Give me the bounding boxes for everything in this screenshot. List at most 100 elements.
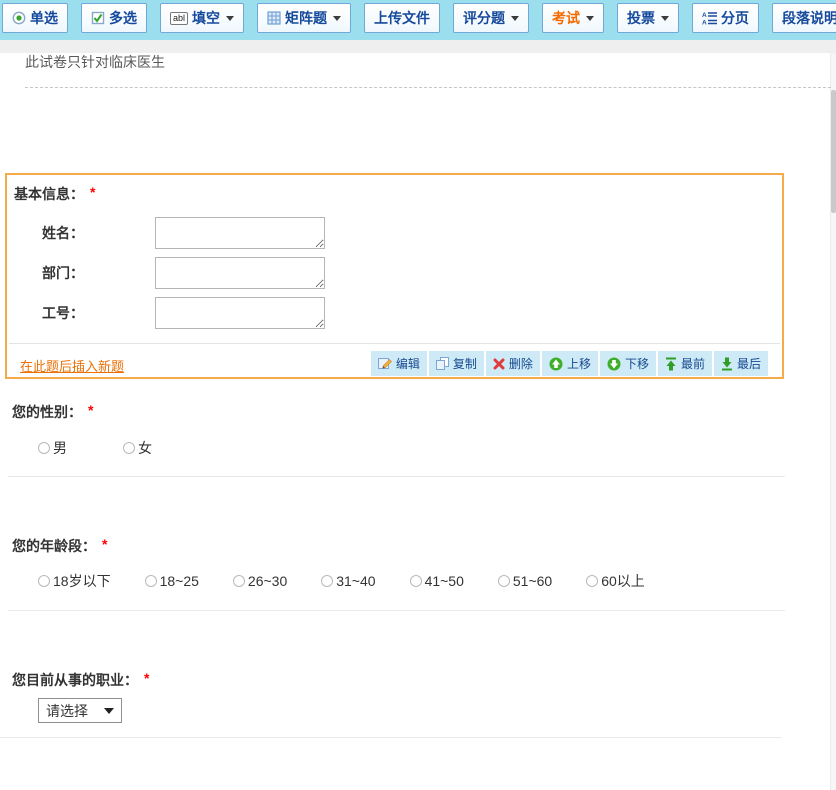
chevron-down-icon (586, 16, 594, 21)
toolbar-button-multi-choice[interactable]: 多选 (81, 3, 147, 33)
chevron-down-icon (226, 16, 234, 21)
vertical-scrollbar-track[interactable] (830, 53, 836, 790)
radio-option-age-18-25[interactable]: 18~25 (145, 573, 199, 589)
option-label: 18岁以下 (53, 571, 111, 591)
radio-icon[interactable] (410, 575, 422, 587)
vertical-scrollbar-thumb[interactable] (831, 90, 836, 213)
radio-icon[interactable] (38, 575, 50, 587)
question-title-text: 基本信息： (14, 184, 84, 204)
radio-icon[interactable] (123, 442, 135, 454)
radio-icon (12, 11, 26, 25)
chevron-down-icon (511, 16, 519, 21)
option-label: 51~60 (513, 573, 552, 589)
toolbar-button-rating[interactable]: 评分题 (453, 3, 529, 33)
move-up-icon (549, 357, 563, 371)
required-asterisk: * (144, 670, 149, 686)
radio-option-age-26-30[interactable]: 26~30 (233, 573, 287, 589)
radio-icon[interactable] (586, 575, 598, 587)
selected-question-basic-info[interactable]: 基本信息： * 姓名： 部门： 工号： 在此题后插入新题 编辑 复制 删除 (5, 173, 784, 379)
toolbar-button-paging[interactable]: AA 分页 (692, 3, 759, 33)
radio-option-age-over60[interactable]: 60以上 (586, 571, 645, 591)
radio-icon[interactable] (498, 575, 510, 587)
department-field[interactable] (155, 257, 325, 289)
question-title: 基本信息： * (14, 184, 95, 204)
move-first-icon (665, 357, 677, 371)
chevron-down-icon (104, 708, 114, 714)
move-first-button[interactable]: 最前 (658, 351, 712, 376)
name-field[interactable] (155, 217, 325, 249)
field-label-name: 姓名： (42, 223, 84, 243)
radio-icon[interactable] (38, 442, 50, 454)
toolbar-button-exam[interactable]: 考试 (542, 3, 604, 33)
required-asterisk: * (90, 184, 95, 200)
toolbar-button-single-choice[interactable]: 单选 (2, 3, 68, 33)
action-label: 删除 (509, 355, 533, 372)
toolbar-button-label: 考试 (552, 8, 580, 28)
toolbar-button-label: 分页 (721, 8, 749, 28)
option-label: 女 (138, 438, 152, 458)
toolbar-button-matrix[interactable]: 矩阵题 (257, 3, 351, 33)
toolbar-button-label: 评分题 (463, 8, 505, 28)
field-label-department: 部门： (42, 263, 84, 283)
required-asterisk: * (88, 402, 93, 418)
action-label: 上移 (567, 355, 591, 372)
radio-option-male[interactable]: 男 (38, 438, 67, 458)
move-last-button[interactable]: 最后 (714, 351, 768, 376)
action-label: 编辑 (396, 355, 420, 372)
question-title-age: 您的年龄段： * (12, 536, 107, 556)
checkbox-icon (91, 11, 105, 25)
action-label: 下移 (625, 355, 649, 372)
action-label: 复制 (453, 355, 477, 372)
radio-option-age-51-60[interactable]: 51~60 (498, 573, 552, 589)
question-title-text: 您的性别： (12, 402, 82, 422)
toolbar-button-fill-blank[interactable]: abl 填空 (160, 3, 244, 33)
radio-option-age-41-50[interactable]: 41~50 (410, 573, 464, 589)
move-down-button[interactable]: 下移 (600, 351, 656, 376)
age-options-row: 18岁以下 18~25 26~30 31~40 41~50 51~60 60以上 (38, 571, 645, 591)
copy-button[interactable]: 复制 (429, 351, 484, 376)
select-value: 请选择 (46, 701, 88, 721)
field-label-employee-id: 工号： (42, 303, 84, 323)
copy-icon (436, 357, 449, 370)
question-action-bar: 编辑 复制 删除 上移 下移 (371, 351, 768, 376)
move-up-button[interactable]: 上移 (542, 351, 598, 376)
question-title-text: 您的年龄段： (12, 536, 96, 556)
radio-option-female[interactable]: 女 (123, 438, 152, 458)
radio-icon[interactable] (145, 575, 157, 587)
option-label: 60以上 (601, 571, 645, 591)
svg-text:A: A (702, 20, 707, 26)
required-asterisk: * (102, 536, 107, 552)
question-title-gender: 您的性别： * (12, 402, 93, 422)
question-title-text: 您目前从事的职业： (12, 670, 138, 690)
abl-icon: abl (170, 12, 188, 25)
question-separator (0, 737, 782, 738)
toolbar-button-label: 上传文件 (374, 8, 430, 28)
toolbar-button-paragraph-note[interactable]: 段落说明 (772, 3, 836, 33)
delete-button[interactable]: 删除 (486, 351, 540, 376)
chevron-down-icon (661, 16, 669, 21)
radio-option-age-31-40[interactable]: 31~40 (321, 573, 375, 589)
delete-icon (493, 358, 505, 370)
radio-icon[interactable] (321, 575, 333, 587)
insert-question-after-link[interactable]: 在此题后插入新题 (20, 356, 124, 375)
edit-icon (378, 357, 392, 370)
question-footer-divider (9, 343, 780, 344)
toolbar-button-upload-file[interactable]: 上传文件 (364, 3, 440, 33)
radio-option-age-under18[interactable]: 18岁以下 (38, 571, 111, 591)
radio-icon[interactable] (233, 575, 245, 587)
toolbar-button-label: 段落说明 (782, 8, 836, 28)
toolbar-button-vote[interactable]: 投票 (617, 3, 679, 33)
move-last-icon (721, 357, 733, 371)
option-label: 男 (53, 438, 67, 458)
option-label: 31~40 (336, 573, 375, 589)
toolbar-button-label: 单选 (30, 8, 58, 28)
employee-id-field[interactable] (155, 297, 325, 329)
question-separator (8, 476, 785, 477)
toolbar-button-label: 投票 (627, 8, 655, 28)
question-type-toolbar: 单选 多选 abl 填空 矩阵题 上传文件 评分题 考试 投票 AA (0, 0, 836, 40)
gender-options-row: 男 女 (38, 438, 152, 458)
survey-description: 此试卷只针对临床医生 (25, 52, 165, 72)
occupation-select[interactable]: 请选择 (38, 698, 122, 723)
toolbar-button-label: 填空 (192, 8, 220, 28)
edit-button[interactable]: 编辑 (371, 351, 427, 376)
